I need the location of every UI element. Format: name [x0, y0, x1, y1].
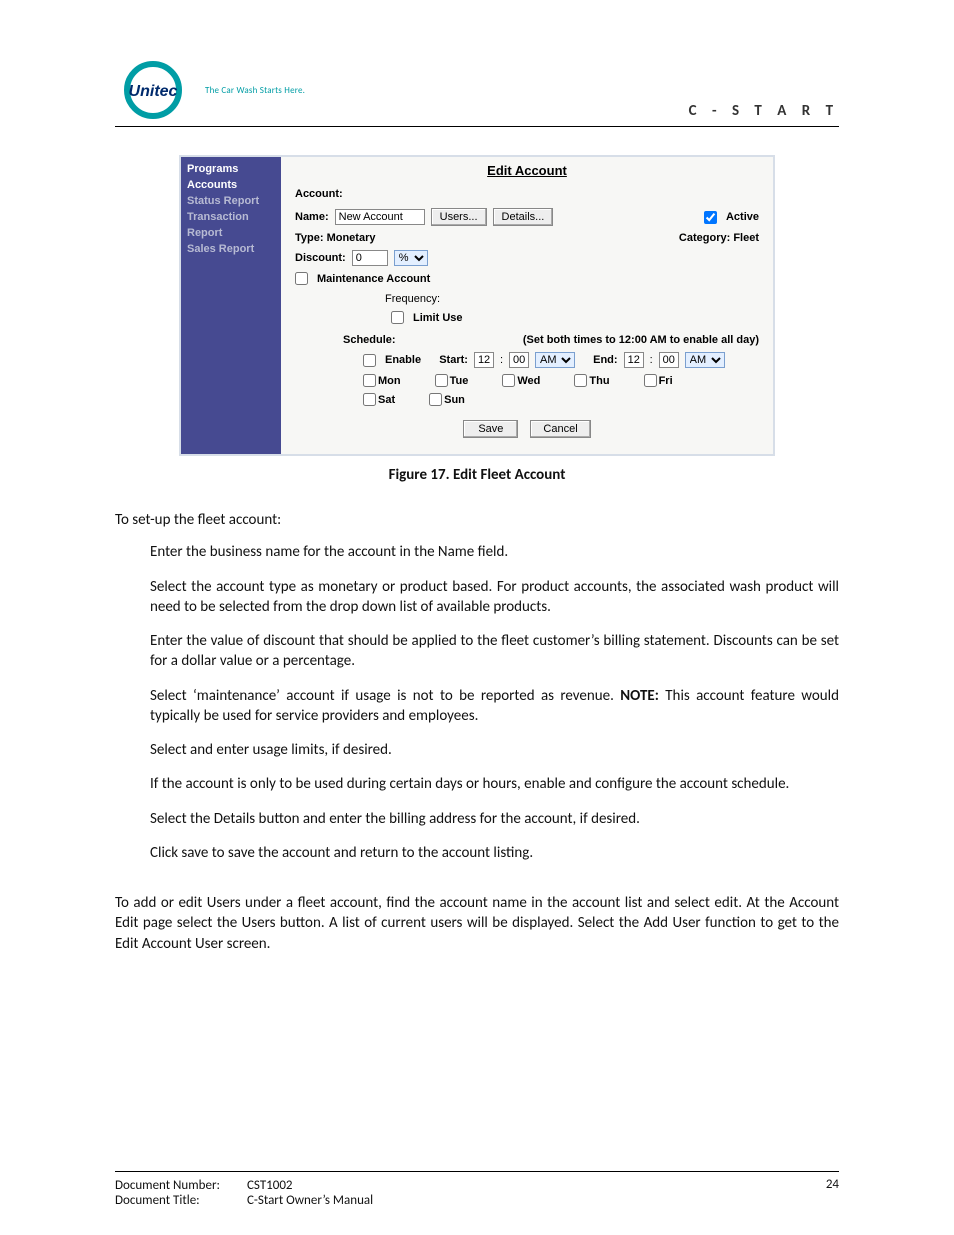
unitec-logo-icon: Unitec — [115, 60, 195, 120]
tue-label: Tue — [450, 375, 469, 387]
step-4a: Select ‘maintenance’ account if usage is… — [150, 687, 620, 705]
step-3: Enter the value of discount that should … — [150, 631, 839, 672]
days-row: Mon Tue Wed Thu Fri Sat Sun — [363, 374, 759, 406]
name-row: Name: Users... Details... Active — [295, 208, 759, 226]
doctitle-key: Document Title: — [115, 1193, 247, 1208]
type-label: Type: Monetary — [295, 232, 375, 244]
discount-unit-select[interactable]: % — [394, 250, 428, 266]
mon-label: Mon — [378, 375, 401, 387]
users-button[interactable]: Users... — [431, 208, 487, 226]
schedule-block: Schedule: (Set both times to 12:00 AM to… — [343, 334, 759, 406]
tue-checkbox[interactable] — [435, 374, 448, 387]
thu-label: Thu — [589, 375, 609, 387]
colon1: : — [500, 354, 503, 366]
enable-row: Enable Start: : AM End: : AM — [363, 352, 759, 368]
colon2: : — [650, 354, 653, 366]
sat-label: Sat — [378, 394, 395, 406]
step-6: If the account is only to be used during… — [150, 774, 839, 794]
nav-accounts[interactable]: Accounts — [187, 177, 275, 193]
note-label: NOTE: — [620, 687, 659, 705]
nav-sales-report[interactable]: Sales Report — [187, 241, 275, 257]
footer-inner: Document Number: CST1002 Document Title:… — [115, 1178, 839, 1208]
frequency-label: Frequency: — [385, 293, 759, 305]
step-1: Enter the business name for the account … — [150, 542, 839, 562]
active-label: Active — [726, 211, 759, 223]
name-input[interactable] — [335, 209, 425, 225]
name-label: Name: — [295, 211, 329, 223]
footer-rule — [115, 1171, 839, 1172]
maintenance-checkbox[interactable] — [295, 272, 308, 285]
nav-status-report[interactable]: Status Report — [187, 193, 275, 209]
schedule-header-row: Schedule: (Set both times to 12:00 AM to… — [343, 334, 759, 346]
cancel-button[interactable]: Cancel — [530, 420, 590, 438]
type-row: Type: Monetary Category: Fleet — [295, 232, 759, 244]
sun-label: Sun — [444, 394, 465, 406]
schedule-hint: (Set both times to 12:00 AM to enable al… — [523, 334, 759, 346]
nav-transaction-2[interactable]: Report — [187, 225, 275, 241]
enable-checkbox[interactable] — [363, 354, 376, 367]
enable-label: Enable — [385, 354, 421, 366]
figure-caption: Figure 17. Edit Fleet Account — [0, 466, 954, 484]
end-mm-input[interactable] — [659, 352, 679, 368]
sat-checkbox[interactable] — [363, 393, 376, 406]
wed-label: Wed — [517, 375, 540, 387]
side-nav: Programs Accounts Status Report Transact… — [181, 157, 281, 454]
details-button[interactable]: Details... — [493, 208, 554, 226]
page-number: 24 — [826, 1177, 839, 1192]
schedule-label: Schedule: — [343, 334, 396, 346]
step-8: Click save to save the account and retur… — [150, 843, 839, 863]
limit-label: Limit Use — [413, 312, 463, 324]
panel-title: Edit Account — [295, 163, 759, 178]
para-final: To add or edit Users under a fleet accou… — [115, 893, 839, 954]
discount-row: Discount: % — [295, 250, 759, 266]
wed-checkbox[interactable] — [502, 374, 515, 387]
frequency-block: Frequency: Limit Use — [385, 293, 759, 324]
nav-transaction-1[interactable]: Transaction — [187, 209, 275, 225]
thu-checkbox[interactable] — [574, 374, 587, 387]
fri-label: Fri — [659, 375, 673, 387]
end-label: End: — [593, 354, 617, 366]
start-hh-input[interactable] — [474, 352, 494, 368]
nav-programs[interactable]: Programs — [187, 161, 275, 177]
doc-brand: C - S T A R T — [689, 102, 839, 120]
unitec-logo: Unitec — [115, 60, 195, 120]
body-text: To set-up the fleet account: Enter the b… — [115, 510, 839, 954]
docnum-key: Document Number: — [115, 1178, 247, 1193]
app-screenshot: Programs Accounts Status Report Transact… — [179, 155, 775, 456]
para-lead: To set-up the fleet account: — [115, 510, 839, 530]
step-2: Select the account type as monetary or p… — [150, 577, 839, 618]
start-label: Start: — [439, 354, 468, 366]
logo-block: Unitec The Car Wash Starts Here. — [115, 60, 305, 120]
header-rule — [115, 126, 839, 127]
active-checkbox[interactable] — [704, 211, 717, 224]
end-hh-input[interactable] — [624, 352, 644, 368]
doctitle-val: C-Start Owner’s Manual — [247, 1193, 373, 1208]
discount-input[interactable] — [352, 250, 388, 266]
maintenance-label: Maintenance Account — [317, 273, 430, 285]
page-header: Unitec The Car Wash Starts Here. C - S T… — [0, 0, 954, 120]
main-panel: Edit Account Account: Name: Users... Det… — [281, 157, 773, 454]
save-button[interactable]: Save — [463, 420, 518, 438]
docnum-val: CST1002 — [247, 1178, 293, 1193]
sun-checkbox[interactable] — [429, 393, 442, 406]
limit-row: Limit Use — [391, 311, 759, 324]
step-7: Select the Details button and enter the … — [150, 809, 839, 829]
mon-checkbox[interactable] — [363, 374, 376, 387]
logo-tagline: The Car Wash Starts Here. — [205, 85, 305, 96]
start-mm-input[interactable] — [509, 352, 529, 368]
step-5: Select and enter usage limits, if desire… — [150, 740, 839, 760]
fri-checkbox[interactable] — [644, 374, 657, 387]
limit-checkbox[interactable] — [391, 311, 404, 324]
category-label: Category: Fleet — [679, 232, 759, 244]
end-ampm-select[interactable]: AM — [685, 352, 725, 368]
page-footer: Document Number: CST1002 Document Title:… — [0, 1171, 954, 1208]
section-account-label: Account: — [295, 188, 759, 200]
step-4: Select ‘maintenance’ account if usage is… — [150, 686, 839, 727]
discount-label: Discount: — [295, 252, 346, 264]
action-row: Save Cancel — [295, 420, 759, 438]
svg-text:Unitec: Unitec — [129, 83, 178, 100]
start-ampm-select[interactable]: AM — [535, 352, 575, 368]
maint-row: Maintenance Account — [295, 272, 759, 285]
